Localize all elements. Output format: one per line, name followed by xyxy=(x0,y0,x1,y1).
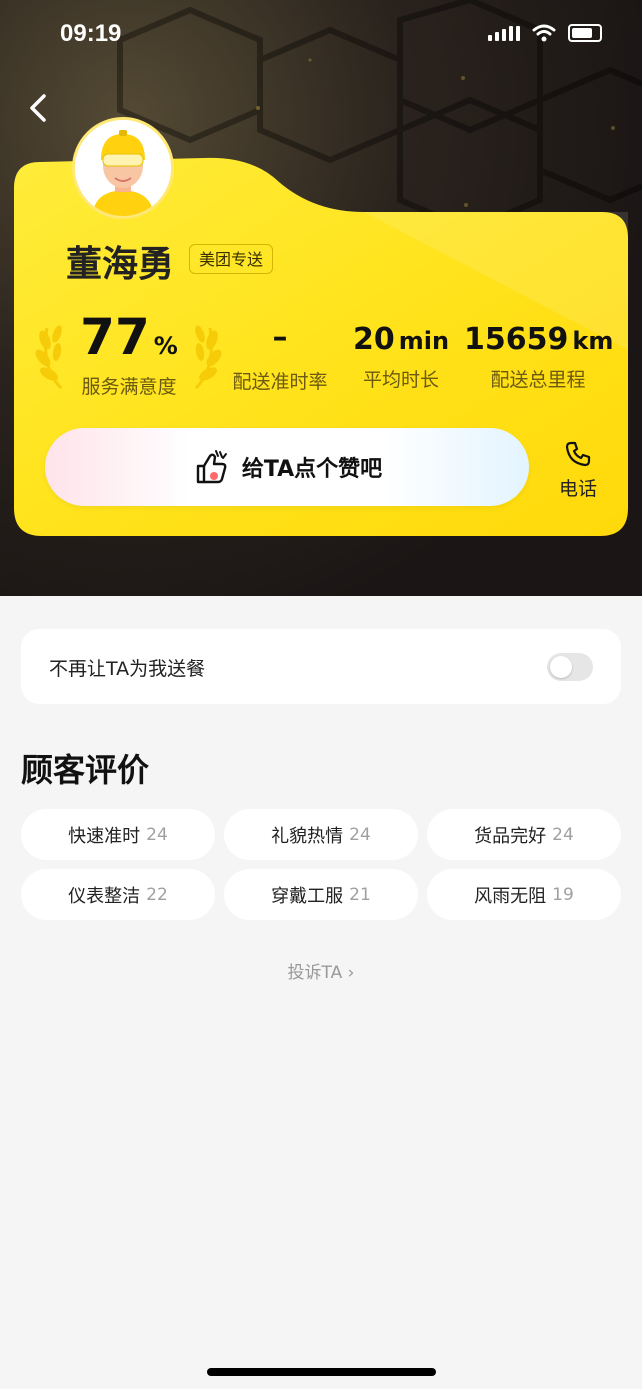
phone-label: 电话 xyxy=(558,478,597,500)
wifi-icon xyxy=(532,24,556,42)
laurel-right-icon xyxy=(194,325,222,390)
review-chip-label: 货品完好 xyxy=(474,825,547,847)
stat-unit: km xyxy=(572,327,614,355)
block-rider-card: 不再让TA为我送餐 xyxy=(21,629,621,704)
review-chip-count: 24 xyxy=(146,824,168,845)
stat-on-time-rate: – 配送准时率 xyxy=(222,320,338,394)
review-chip[interactable]: 穿戴工服 21 xyxy=(224,869,418,920)
review-chip[interactable]: 礼貌热情 24 xyxy=(224,809,418,860)
stat-average-time: 20 min 平均时长 xyxy=(350,322,452,392)
stat-value: – xyxy=(272,320,288,355)
stat-label: 服务满意度 xyxy=(81,376,177,398)
like-button-label: 给TA点个赞吧 xyxy=(241,457,383,482)
signal-icon xyxy=(488,25,520,41)
rider-name: 董海勇 xyxy=(66,244,175,285)
battery-icon xyxy=(568,24,602,42)
review-chip-count: 21 xyxy=(349,884,371,905)
stat-label: 配送总里程 xyxy=(490,369,586,391)
review-chip-label: 快速准时 xyxy=(68,825,141,847)
phone-button[interactable]: 电话 xyxy=(552,440,604,501)
like-button[interactable]: 给TA点个赞吧 xyxy=(45,428,529,506)
complain-link[interactable]: 投诉TA › xyxy=(0,958,642,983)
review-chip-count: 22 xyxy=(146,884,168,905)
phone-icon xyxy=(565,441,591,467)
rider-tag-badge: 美团专送 xyxy=(189,244,274,274)
laurel-left-icon xyxy=(35,325,63,390)
reviews-title: 顾客评价 xyxy=(21,751,150,789)
stat-unit: min xyxy=(398,327,450,355)
review-chip-count: 19 xyxy=(552,884,574,905)
review-chip-label: 礼貌热情 xyxy=(271,825,344,847)
review-chip-label: 穿戴工服 xyxy=(271,885,344,907)
thumbs-up-icon xyxy=(196,450,227,484)
stat-value: 20 xyxy=(352,322,395,357)
stat-value: 77 xyxy=(80,308,150,366)
stat-value: 15659 xyxy=(464,322,569,357)
complain-label: 投诉TA › xyxy=(287,963,355,983)
review-chip-count: 24 xyxy=(349,824,371,845)
stat-satisfaction: 77% 服务满意度 xyxy=(70,308,188,399)
stat-label: 平均时长 xyxy=(362,369,439,391)
review-chip-count: 24 xyxy=(552,824,574,845)
review-chip-label: 风雨无阻 xyxy=(474,885,547,907)
avatar-illustration xyxy=(75,120,171,216)
rider-avatar xyxy=(72,117,174,219)
block-rider-toggle[interactable] xyxy=(547,653,593,681)
status-time: 09:19 xyxy=(60,20,122,47)
home-indicator[interactable] xyxy=(207,1368,436,1376)
stat-total-distance: 15659 km 配送总里程 xyxy=(464,322,614,392)
stat-unit: % xyxy=(153,332,178,360)
review-chip[interactable]: 货品完好 24 xyxy=(427,809,621,860)
review-chip[interactable]: 快速准时 24 xyxy=(21,809,215,860)
rider-header-background: 09:19 董海勇 美团专送 77 % 服务满意度 – 配送准时率 20 min… xyxy=(0,0,642,596)
review-chip[interactable]: 风雨无阻 19 xyxy=(427,869,621,920)
toggle-knob xyxy=(550,656,572,678)
review-chip-label: 仪表整洁 xyxy=(68,885,141,907)
stat-label: 配送准时率 xyxy=(232,371,328,393)
status-icons xyxy=(488,24,602,42)
back-icon[interactable] xyxy=(24,90,56,126)
block-rider-label: 不再让TA为我送餐 xyxy=(49,658,206,680)
review-chip[interactable]: 仪表整洁 22 xyxy=(21,869,215,920)
